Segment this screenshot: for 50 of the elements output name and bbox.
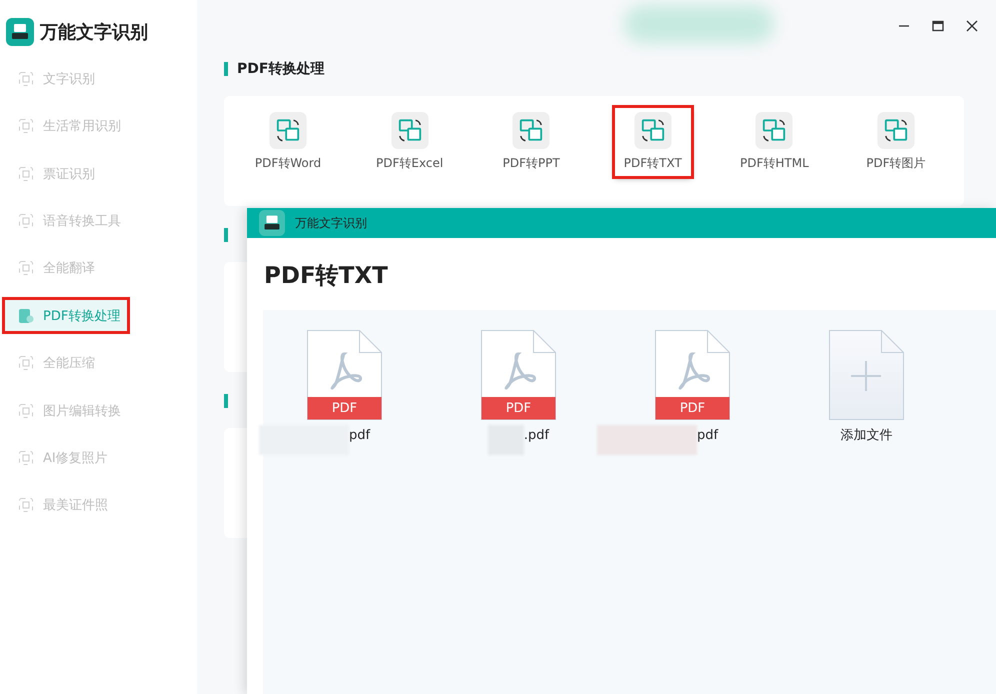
pdf-convert-icon xyxy=(390,112,430,149)
pdf-convert-icon xyxy=(511,112,552,149)
nav-icon xyxy=(18,308,34,324)
tool-item[interactable]: PDF转图片 xyxy=(858,108,934,176)
sidebar-item[interactable]: 生活常用识别 xyxy=(0,108,197,145)
nav-icon xyxy=(18,497,34,514)
file-type-label: PDF xyxy=(678,401,706,417)
sidebar-item[interactable]: 全能翻译 xyxy=(0,250,197,287)
sidebar-item[interactable]: 图片编辑转换 xyxy=(0,392,197,430)
dialog-app-title: 万能文字识别 xyxy=(295,214,367,232)
close-icon[interactable] xyxy=(966,20,978,32)
add-file-label[interactable]: 添加文件 xyxy=(840,426,892,444)
tool-item[interactable]: PDF转HTML xyxy=(736,108,812,176)
pdf-file-icon[interactable] xyxy=(655,330,730,420)
pdf-file-icon[interactable] xyxy=(481,330,556,420)
sidebar-item[interactable]: 语音转换工具 xyxy=(0,202,197,240)
maximize-icon[interactable] xyxy=(932,20,944,32)
sidebar-item[interactable]: 票证识别 xyxy=(0,155,197,192)
nav-icon xyxy=(18,118,34,134)
pdf-convert-icon xyxy=(268,112,308,149)
nav-icon xyxy=(18,213,34,230)
tool-item[interactable]: PDF转PPT xyxy=(493,108,570,176)
nav-icon xyxy=(18,166,34,182)
pdf-convert-icon xyxy=(754,112,794,149)
app-logo-icon xyxy=(6,18,34,46)
sidebar-item[interactable]: AI修复照片 xyxy=(0,440,197,477)
nav-icon xyxy=(18,402,34,419)
sidebar-item[interactable]: PDF转换处理 xyxy=(2,297,130,334)
nav-icon xyxy=(18,70,34,87)
section-title: PDF转换处理 xyxy=(237,60,324,78)
tool-item[interactable]: PDF转Excel xyxy=(372,108,448,176)
nav-icon xyxy=(18,355,34,372)
nav-icon xyxy=(18,260,34,276)
tool-item[interactable]: PDF转Word xyxy=(250,108,326,176)
pdf-convert-icon xyxy=(632,112,673,149)
file-type-label: PDF xyxy=(504,401,532,417)
sidebar-item[interactable]: 最美证件照 xyxy=(0,486,197,524)
sidebar-item[interactable]: 文字识别 xyxy=(0,60,197,98)
nav-icon xyxy=(18,450,34,466)
pdf-file-icon[interactable] xyxy=(307,330,382,420)
sidebar-item[interactable]: 全能压缩 xyxy=(0,344,197,382)
dialog-heading: PDF转TXT xyxy=(263,262,389,288)
tool-item[interactable]: PDF转TXT xyxy=(614,108,691,176)
app-title: 万能文字识别 xyxy=(40,20,148,44)
app-logo-icon xyxy=(259,210,285,236)
file-name: .pdf xyxy=(524,428,550,442)
file-name: pdf xyxy=(348,428,370,442)
pdf-convert-icon xyxy=(876,112,916,149)
file-type-label: PDF xyxy=(330,401,358,417)
file-name: pdf xyxy=(696,428,718,442)
